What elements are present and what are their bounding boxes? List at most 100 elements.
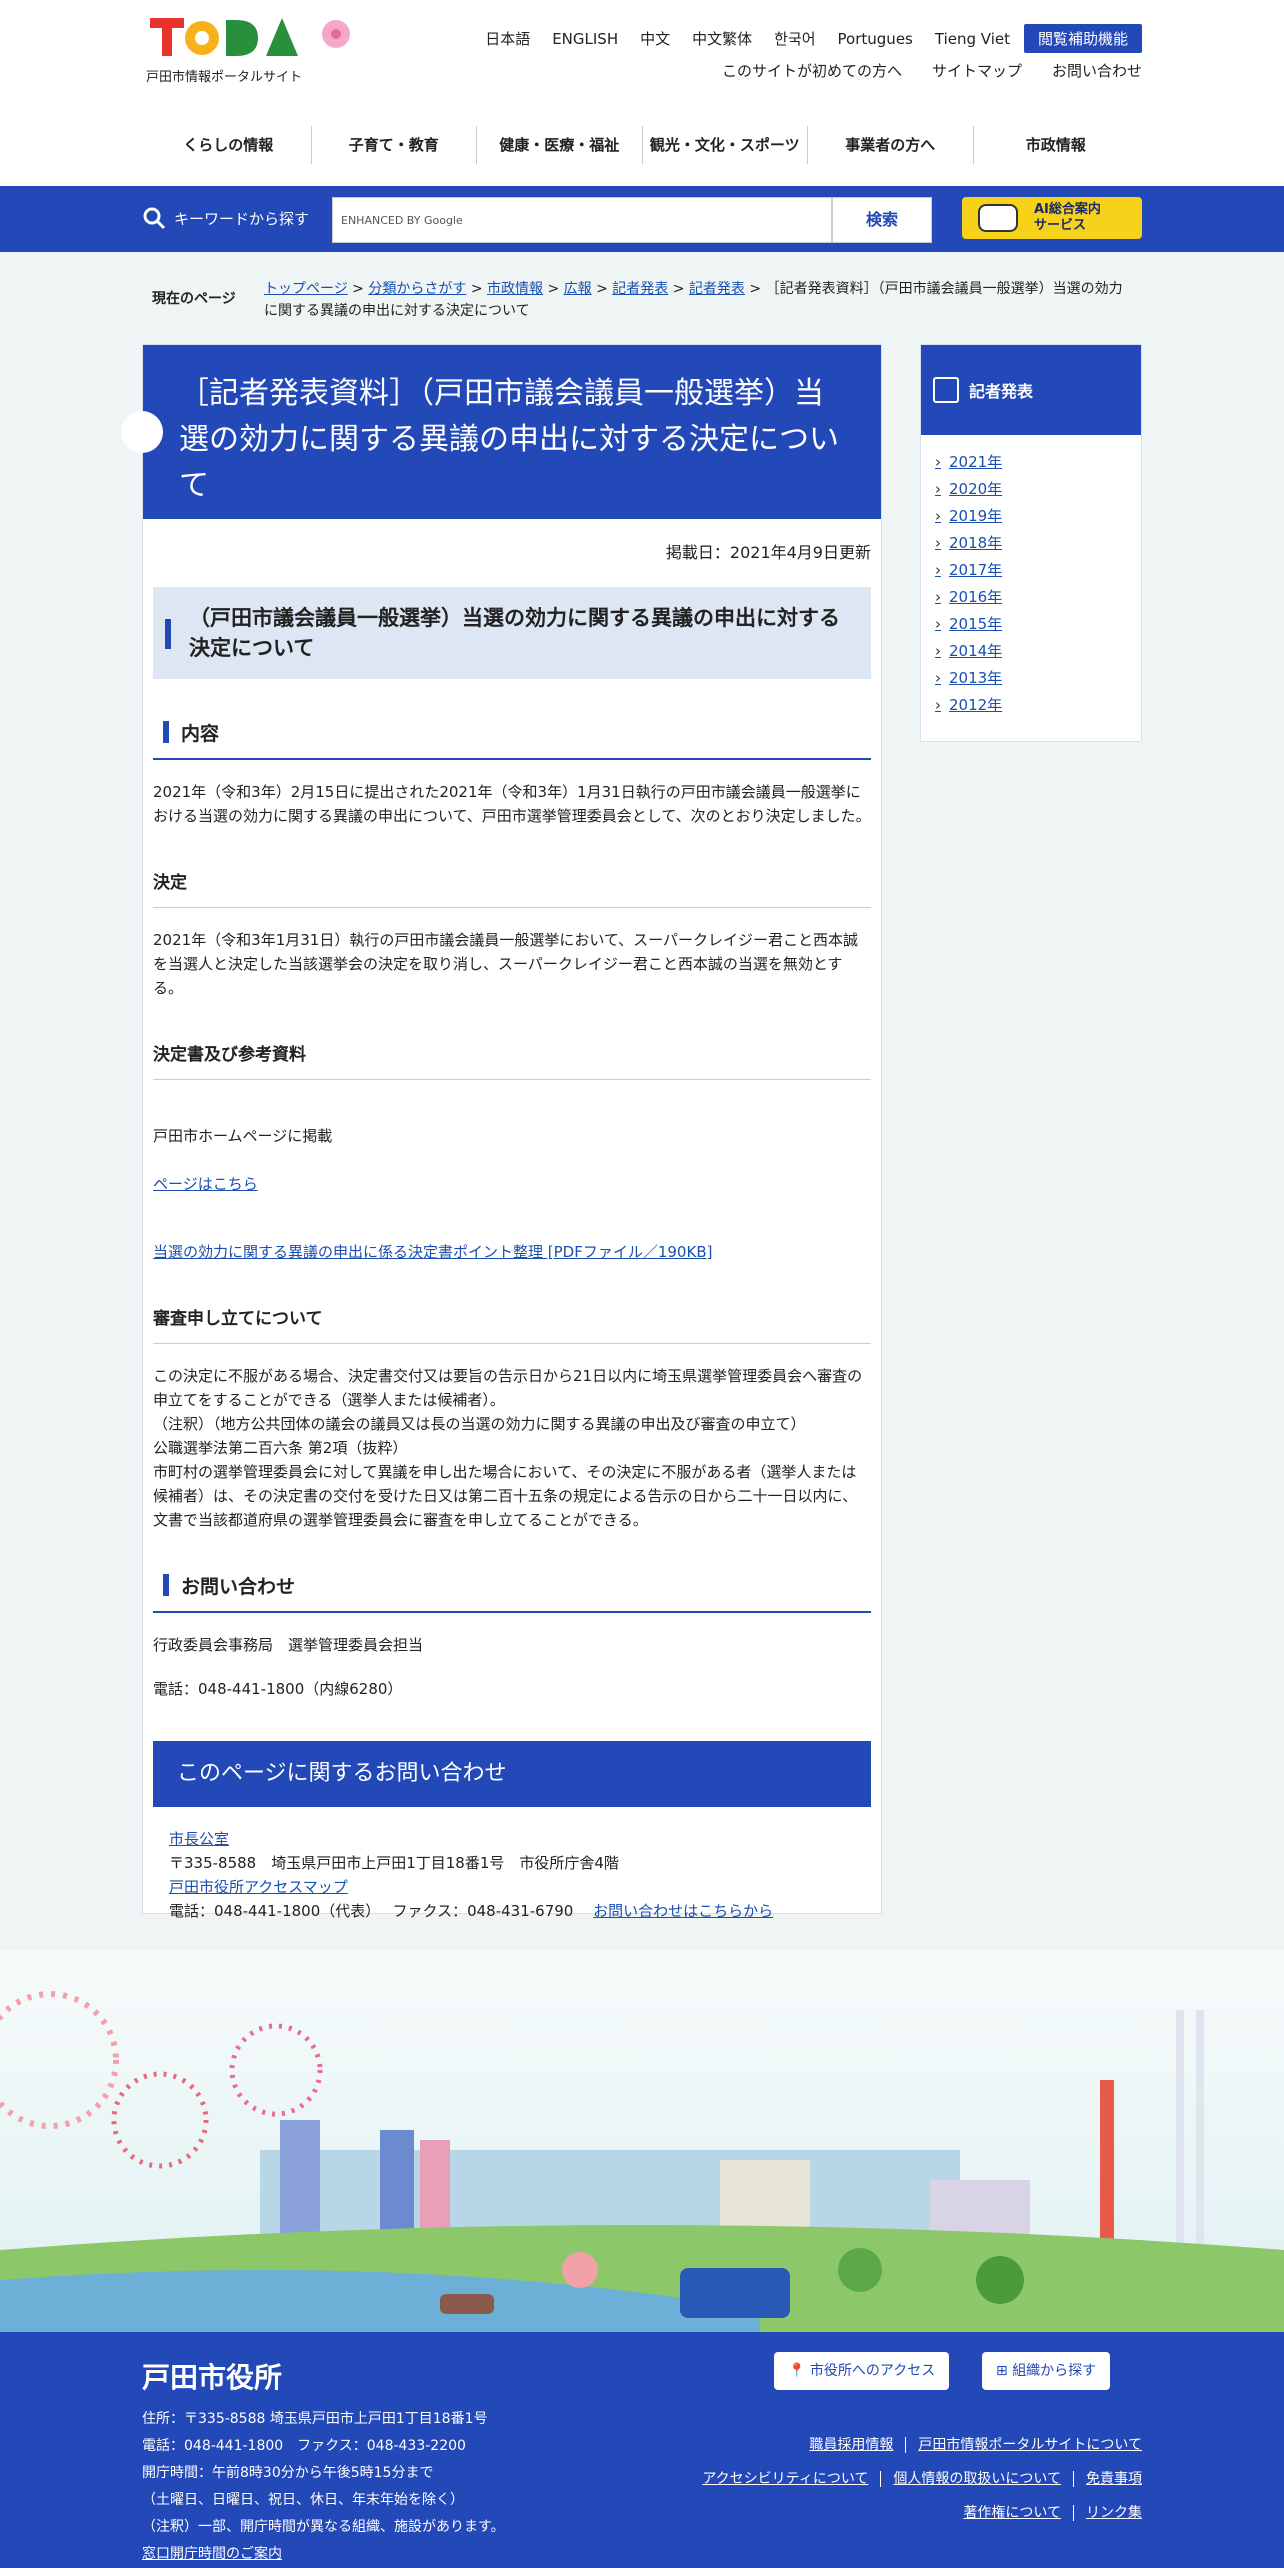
search-bar: キーワードから探す ENHANCED BY Google 検索 AI総合案内 サ… [0,186,1284,252]
article-body: （戸田市議会議員一般選挙）当選の効力に関する異議の申出に対する決定について 内容… [143,587,881,1923]
section-heading-decision: 決定 [153,868,871,908]
ai-line1: AI総合案内 [1034,202,1101,217]
article-heading: （戸田市議会議員一般選挙）当選の効力に関する異議の申出に対する決定について [153,587,871,679]
crumb-pr[interactable]: 広報 [564,281,592,297]
language-menu: 日本語 ENGLISH 中文 中文繁体 한국어 Portugues Tieng … [463,24,1142,53]
year-2021[interactable]: 2021年 [935,449,1141,476]
gnav-health[interactable]: 健康・医療・福祉 [477,126,643,164]
footer-info: 住所：〒335-8588 埼玉県戸田市上戸田1丁目18番1号 電話：048-44… [142,2406,505,2568]
lang-chinese[interactable]: 中文 [640,28,670,49]
section-heading-inquiry: お問い合わせ [153,1572,871,1613]
contact-heading: このページに関するお問い合わせ [153,1741,871,1807]
copyright-link[interactable]: 著作権について [951,2505,1074,2521]
pdf-link[interactable]: 当選の効力に関する異議の申出に係る決定書ポイント整理 [PDFファイル／190K… [153,1240,871,1264]
year-2012[interactable]: 2012年 [935,692,1141,719]
crumb-press-2[interactable]: 記者発表 [689,281,745,297]
gnav-business[interactable]: 事業者の方へ [808,126,974,164]
year-2014[interactable]: 2014年 [935,638,1141,665]
gnav-childcare[interactable]: 子育て・教育 [312,126,477,164]
contact-phone-row: 電話：048-441-1800（代表） ファクス：048-431-6790 お問… [169,1899,855,1923]
cityscape-image [0,1991,1284,2332]
section-heading-content: 内容 [153,719,871,760]
portal-about-link[interactable]: 戸田市情報ポータルサイトについて [906,2437,1142,2453]
site-logo[interactable]: 戸田市情報ポータルサイト [146,10,366,85]
lang-portuguese[interactable]: Portugues [838,30,913,48]
ai-line2: サービス [1034,218,1087,233]
breadcrumb-path: トップページ > 分類からさがす > 市政情報 > 広報 > 記者発表 > 記者… [264,281,1123,319]
search-input[interactable]: ENHANCED BY Google [332,197,832,243]
section-text-decision: 2021年（令和3年1月31日）執行の戸田市議会議員一般選挙において、スーパーク… [153,931,859,997]
access-button-label: 市役所へのアクセス [809,2363,936,2379]
accessibility-link[interactable]: アクセシビリティについて [690,2471,882,2487]
org-chart-icon: ⊞ [996,2363,1008,2379]
crumb-top[interactable]: トップページ [264,281,348,297]
access-button[interactable]: 📍 市役所へのアクセス [774,2352,950,2390]
lang-korean[interactable]: 한국어 [774,28,815,49]
year-2013[interactable]: 2013年 [935,665,1141,692]
lang-english[interactable]: ENGLISH [552,30,618,48]
section-text-appeal: この決定に不服がある場合、決定書交付又は要旨の告示日から21日以内に埼玉県選挙管… [153,1367,863,1529]
accessibility-assist-button[interactable]: 閲覧補助機能 [1023,24,1142,53]
robot-icon [978,204,1018,232]
section-heading-appeal: 審査申し立てについて [153,1304,871,1344]
footer-links-row2: アクセシビリティについて 個人情報の取扱いについて 免責事項 [690,2462,1142,2496]
page-title: ［記者発表資料］（戸田市議会議員一般選挙）当選の効力に関する異議の申出に対する決… [121,345,881,519]
section-text-documents: 戸田市ホームページに掲載 ページはこちら [153,1100,871,1220]
gnav-city-admin[interactable]: 市政情報 [974,126,1139,164]
org-button-label: 組織から探す [1012,2363,1097,2379]
inquiry-link[interactable]: お問い合わせ [1052,60,1142,81]
main-content: ［記者発表資料］（戸田市議会議員一般選挙）当選の効力に関する異議の申出に対する決… [121,344,882,1920]
org-search-button[interactable]: ⊞ 組織から探す [982,2352,1111,2390]
link-collection-link[interactable]: リンク集 [1074,2505,1142,2521]
toda-logo-mark [150,18,350,56]
city-illustration [0,1950,1284,2332]
recruit-link[interactable]: 職員採用情報 [797,2437,907,2453]
lang-chinese-traditional[interactable]: 中文繁体 [692,28,752,49]
crumb-category[interactable]: 分類からさがす [368,281,466,297]
year-2018[interactable]: 2018年 [935,530,1141,557]
hours-guide-link[interactable]: 窓口開庁時間のご案内 [142,2546,282,2562]
inquiry-form-link[interactable]: お問い合わせはこちらから [593,1902,773,1920]
year-2019[interactable]: 2019年 [935,503,1141,530]
office-link[interactable]: 市長公室 [169,1827,855,1851]
logo-subtitle: 戸田市情報ポータルサイト [146,70,303,85]
search-button[interactable]: 検索 [832,197,932,243]
year-2016[interactable]: 2016年 [935,584,1141,611]
search-icon [143,207,166,230]
lang-vietnamese[interactable]: Tieng Viet [935,30,1010,48]
inquiry-dept: 行政委員会事務局 選挙管理委員会担当 [153,1636,424,1654]
sitemap-link[interactable]: サイトマップ [932,60,1022,81]
pin-icon: 📍 [788,2363,806,2379]
year-2020[interactable]: 2020年 [935,476,1141,503]
footer-links: 職員採用情報 戸田市情報ポータルサイトについて アクセシビリティについて 個人情報の… [690,2428,1142,2530]
lang-japanese[interactable]: 日本語 [485,28,530,49]
inquiry-tel: 電話：048-441-1800（内線6280） [153,1680,403,1698]
first-visit-link[interactable]: このサイトが初めての方へ [722,60,902,81]
year-2015[interactable]: 2015年 [935,611,1141,638]
gnav-tourism[interactable]: 観光・文化・スポーツ [643,126,808,164]
site-header: 戸田市情報ポータルサイト 日本語 ENGLISH 中文 中文繁体 한국어 Por… [0,0,1284,186]
gnav-living[interactable]: くらしの情報 [146,126,312,164]
footer-links-row3: 著作権について リンク集 [690,2496,1142,2530]
disclaimer-link[interactable]: 免責事項 [1074,2471,1142,2487]
privacy-link[interactable]: 個人情報の取扱いについて [881,2471,1074,2487]
year-2017[interactable]: 2017年 [935,557,1141,584]
contact-info: 市長公室 〒335-8588 埼玉県戸田市上戸田1丁目18番1号 市役所庁舎4階… [153,1807,871,1923]
page-link[interactable]: ページはこちら [153,1172,871,1196]
office-phone: 電話：048-441-1800（代表） ファクス：048-431-6790 [169,1902,574,1920]
year-list: 2021年 2020年 2019年 2018年 2017年 2016年 2015… [921,435,1141,719]
site-footer: 戸田市役所 住所：〒335-8588 埼玉県戸田市上戸田1丁目18番1号 電話：… [0,2332,1284,2568]
section-text-content: 2021年（令和3年）2月15日に提出された2021年（令和3年）1月31日執行… [153,783,871,825]
utility-links: このサイトが初めての方へ サイトマップ お問い合わせ [692,60,1142,81]
crumb-press[interactable]: 記者発表 [612,281,668,297]
breadcrumb-label: 現在のページ [152,291,236,307]
access-map-link[interactable]: 戸田市役所アクセスマップ [169,1875,855,1899]
news-icon [933,377,959,403]
footer-links-row1: 職員採用情報 戸田市情報ポータルサイトについて [690,2428,1142,2462]
crumb-city-admin[interactable]: 市政情報 [487,281,543,297]
sidebar-header: 記者発表 [921,345,1141,435]
ai-guide-button[interactable]: AI総合案内 サービス [962,197,1142,239]
update-date: 掲載日：2021年4月9日更新 [665,543,871,562]
footer-title: 戸田市役所 [142,2361,283,2394]
search-label: キーワードから探す [142,206,309,230]
